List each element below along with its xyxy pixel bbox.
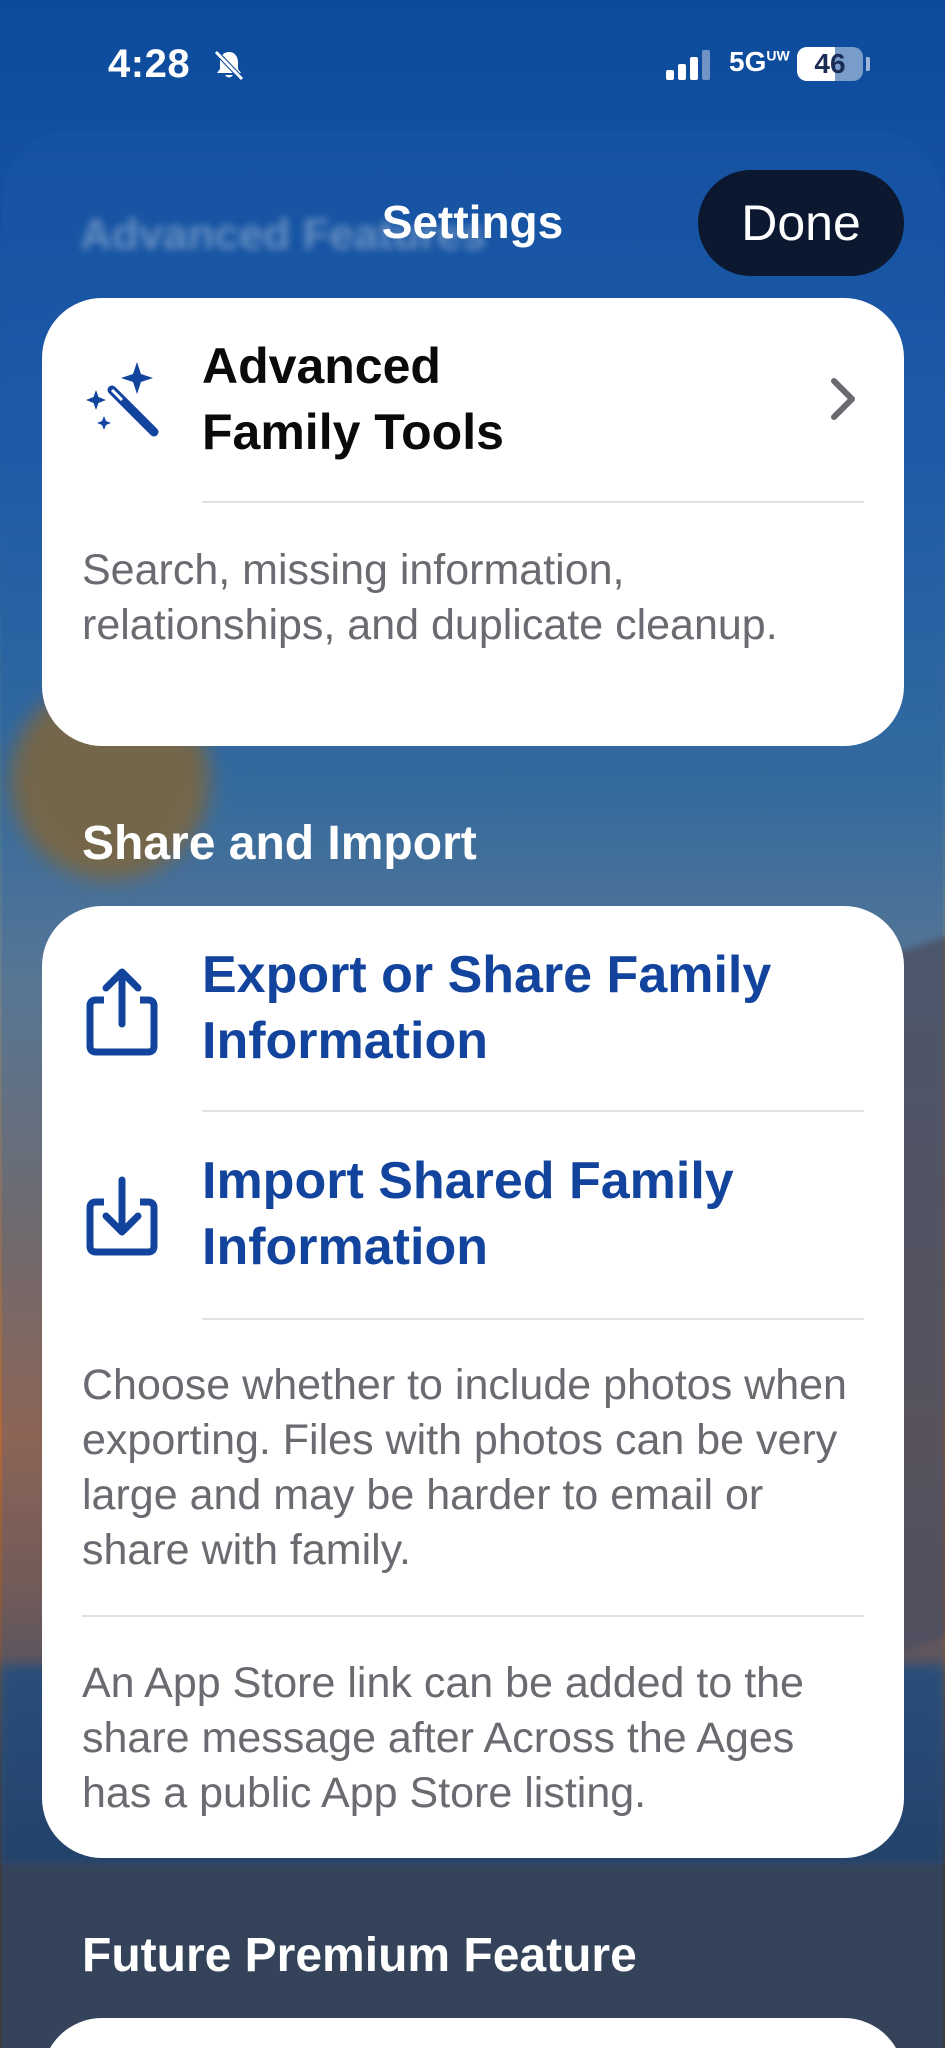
import-shared-title-line2: Information [202, 1218, 488, 1276]
import-tray-icon [86, 1176, 158, 1256]
divider [202, 1318, 864, 1320]
bell-slash-icon [214, 50, 244, 81]
advanced-tools-card: Advanced Family Tools Search, missing in… [42, 298, 904, 746]
cellular-signal-icon [666, 50, 710, 80]
export-share-title-line1: Export or Share Family [202, 946, 772, 1004]
network-type: 5GUW [729, 46, 790, 77]
chevron-right-icon [831, 378, 855, 420]
advanced-tools-row[interactable]: Advanced Family Tools [42, 298, 904, 498]
export-share-title-line2: Information [202, 1012, 488, 1070]
status-bar: 4:28 5GUW 46 [0, 0, 945, 120]
advanced-tools-description: Search, missing information, relationshi… [82, 546, 778, 649]
share-import-card: Export or Share Family Information Impor… [42, 906, 904, 1858]
photos-export-note: Choose whether to include photos when ex… [82, 1361, 847, 1574]
share-export-icon [86, 968, 158, 1056]
status-time: 4:28 [108, 42, 191, 86]
import-shared-row[interactable]: Import Shared Family Information [42, 1112, 904, 1316]
divider [202, 501, 864, 503]
app-store-link-note: An App Store link can be added to the sh… [82, 1659, 804, 1817]
divider [82, 1615, 864, 1617]
premium-feature-header: Future Premium Feature [82, 1929, 637, 1982]
battery-indicator: 46 [797, 47, 863, 81]
export-share-row[interactable]: Export or Share Family Information [42, 906, 904, 1110]
magic-wand-icon [86, 362, 159, 437]
premium-feature-card [42, 2018, 904, 2048]
battery-tip [866, 57, 870, 71]
done-button[interactable]: Done [698, 170, 904, 276]
import-shared-title-line1: Import Shared Family [202, 1152, 734, 1210]
advanced-tools-title-line2: Family Tools [202, 404, 504, 460]
advanced-tools-title-line1: Advanced [202, 338, 441, 394]
share-import-header: Share and Import [82, 817, 477, 870]
